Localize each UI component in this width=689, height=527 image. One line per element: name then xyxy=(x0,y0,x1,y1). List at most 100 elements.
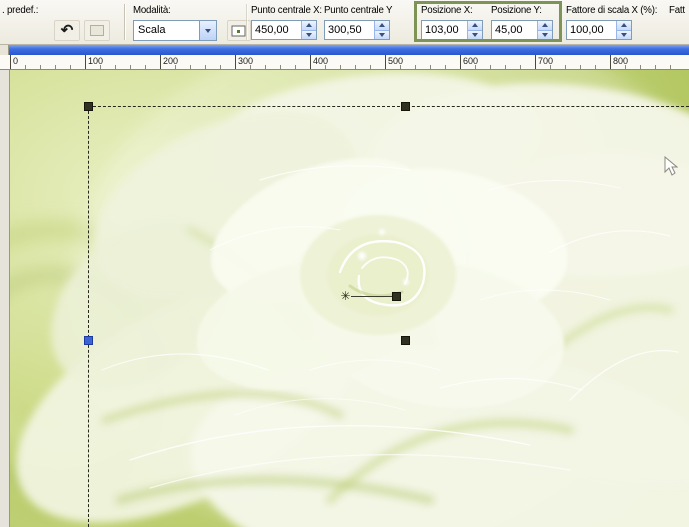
spin-down-icon xyxy=(621,32,627,37)
ruler-tick-minor xyxy=(355,65,356,69)
ruler-tick-minor xyxy=(340,65,341,69)
ruler-tick-minor xyxy=(40,65,41,69)
position-y-value[interactable]: 45,00 xyxy=(492,21,537,39)
ruler-tick-major xyxy=(535,55,536,69)
position-x-label: Posizione X: xyxy=(421,5,473,16)
ruler-tick-minor xyxy=(565,65,566,69)
position-x-spin-buttons xyxy=(467,21,482,39)
reset-button[interactable]: ↶ xyxy=(54,20,80,41)
ruler-tick-minor xyxy=(55,65,56,69)
ruler-tick-major xyxy=(85,55,86,69)
ruler-tick-minor xyxy=(25,65,26,69)
disabled-transform-icon xyxy=(90,25,104,36)
window-strip-corner xyxy=(0,45,9,55)
ruler-tick-minor xyxy=(550,65,551,69)
ruler-tick-major xyxy=(610,55,611,69)
ruler-tick-minor xyxy=(70,65,71,69)
transform-button-disabled[interactable] xyxy=(84,20,110,41)
mode-dropdown[interactable]: Scala xyxy=(133,20,217,41)
ruler-tick-minor xyxy=(370,65,371,69)
handle-middle-left[interactable] xyxy=(84,336,93,345)
toolbar-separator xyxy=(124,4,125,40)
canvas[interactable]: ✳ xyxy=(0,70,689,527)
center-x-spinner[interactable]: 450,00 xyxy=(251,20,317,40)
spin-down-icon xyxy=(542,32,548,37)
ruler-tick-minor xyxy=(625,65,626,69)
pivot-point[interactable]: ✳ xyxy=(338,289,353,304)
ruler-tick-minor xyxy=(130,65,131,69)
spin-down-icon xyxy=(379,32,385,37)
spin-up-icon xyxy=(472,23,478,28)
ruler-tick-minor xyxy=(640,65,641,69)
spin-down-icon xyxy=(472,32,478,37)
canvas-margin xyxy=(0,70,10,527)
ruler-tick-minor xyxy=(490,65,491,69)
ruler-tick-major xyxy=(10,55,11,69)
ruler-tick-label: 0 xyxy=(13,56,19,66)
scale-x-spin-buttons xyxy=(616,21,631,39)
ruler-tick-minor xyxy=(100,65,101,69)
ruler-tick-minor xyxy=(415,65,416,69)
spin-up-button[interactable] xyxy=(374,21,389,31)
tool-options-toolbar: . predef.: ↶ Modalità: Scala Punto centr… xyxy=(0,0,689,45)
spin-up-button[interactable] xyxy=(616,21,631,31)
spin-down-button[interactable] xyxy=(467,30,482,39)
window-title-strip xyxy=(0,45,689,55)
ruler-tick-minor xyxy=(475,65,476,69)
ruler-tick-minor xyxy=(520,65,521,69)
center-y-spinner[interactable]: 300,50 xyxy=(324,20,390,40)
ruler-tick-major xyxy=(310,55,311,69)
spin-down-button[interactable] xyxy=(616,30,631,39)
ruler-tick-major xyxy=(385,55,386,69)
position-y-spinner[interactable]: 45,00 xyxy=(491,20,553,40)
ruler-tick-minor xyxy=(445,65,446,69)
center-x-label: Punto centrale X: xyxy=(251,5,322,16)
selection-edge-top xyxy=(88,106,689,107)
handle-center[interactable] xyxy=(401,336,410,345)
combo-arrow-icon xyxy=(205,28,211,33)
ruler-tick-minor xyxy=(250,65,251,69)
ruler-tick-minor xyxy=(205,65,206,69)
ruler-tick-minor xyxy=(580,65,581,69)
ruler: 0 100 200 300 400 500 600 700 800 xyxy=(0,55,689,70)
center-y-value[interactable]: 300,50 xyxy=(325,21,374,39)
ruler-tick-minor xyxy=(655,65,656,69)
mode-dropdown-value[interactable]: Scala xyxy=(134,21,199,40)
toolbar-separator xyxy=(246,4,247,40)
ruler-tick-minor xyxy=(265,65,266,69)
spin-up-button[interactable] xyxy=(467,21,482,31)
ruler-tick-minor xyxy=(175,65,176,69)
center-y-spin-buttons xyxy=(374,21,389,39)
handle-top-left[interactable] xyxy=(84,102,93,111)
spin-down-button[interactable] xyxy=(374,30,389,39)
position-x-spinner[interactable]: 103,00 xyxy=(421,20,483,40)
deform-frame-button[interactable] xyxy=(227,20,251,41)
scale-x-value[interactable]: 100,00 xyxy=(567,21,616,39)
spin-up-button[interactable] xyxy=(537,21,552,31)
rotation-handle[interactable] xyxy=(392,292,401,301)
spin-up-icon xyxy=(306,23,312,28)
mode-label: Modalità: xyxy=(133,5,171,16)
spin-down-button[interactable] xyxy=(537,30,552,39)
spin-down-button[interactable] xyxy=(301,30,316,39)
undo-icon: ↶ xyxy=(60,22,74,39)
ruler-tick-minor xyxy=(280,65,281,69)
spin-up-button[interactable] xyxy=(301,21,316,31)
ruler-tick-major xyxy=(460,55,461,69)
center-x-spin-buttons xyxy=(301,21,316,39)
ruler-tick-minor xyxy=(430,65,431,69)
position-x-value[interactable]: 103,00 xyxy=(422,21,467,39)
ruler-tick-major xyxy=(235,55,236,69)
handle-top-center[interactable] xyxy=(401,102,410,111)
scale-x-spinner[interactable]: 100,00 xyxy=(566,20,632,40)
ruler-tick-minor xyxy=(400,65,401,69)
scale-y-label-truncated: Fatt xyxy=(669,5,685,16)
ruler-tick-major xyxy=(160,55,161,69)
presets-label: . predef.: xyxy=(2,5,39,16)
center-y-label: Punto centrale Y xyxy=(324,5,393,16)
spin-up-icon xyxy=(379,23,385,28)
center-x-value[interactable]: 450,00 xyxy=(252,21,301,39)
ruler-tick-minor xyxy=(115,65,116,69)
position-y-label: Posizione Y: xyxy=(491,5,542,16)
mode-dropdown-button[interactable] xyxy=(199,21,216,40)
